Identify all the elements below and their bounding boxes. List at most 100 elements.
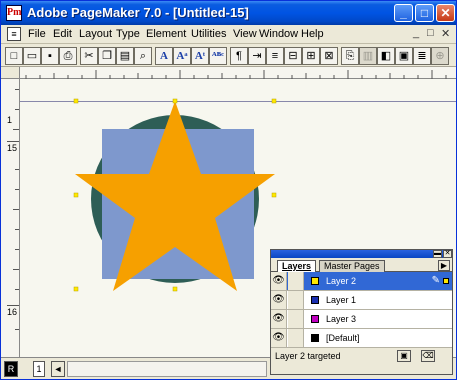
- app-window: Pm Adobe PageMaker 7.0 - [Untitled-15] _…: [0, 0, 457, 380]
- menu-type[interactable]: Type: [116, 28, 140, 40]
- link-icon[interactable]: ⎘: [341, 47, 359, 65]
- ruler-origin[interactable]: [1, 67, 20, 79]
- text-wrap-icon[interactable]: ⊟: [284, 47, 302, 65]
- ruler-tick: [15, 109, 19, 110]
- paste-icon[interactable]: ▤: [116, 47, 134, 65]
- ruler-tick: [15, 249, 19, 250]
- doc-minimize-button[interactable]: _: [413, 27, 419, 39]
- layers-palette: ▬ ✕ Layers Master Pages ▶ 👁 Layer 2 ✎ 👁 …: [270, 249, 453, 375]
- master-page-icon[interactable]: R: [4, 361, 18, 377]
- colors-icon[interactable]: ▥: [359, 47, 377, 65]
- align-icon[interactable]: ≡: [266, 47, 284, 65]
- menu-utilities[interactable]: Utilities: [191, 28, 226, 40]
- palette-titlebar[interactable]: ▬ ✕: [271, 250, 452, 258]
- ruler-label-16: 16: [7, 307, 18, 317]
- layer-color-swatch: [311, 315, 319, 323]
- new-icon[interactable]: □: [5, 47, 23, 65]
- menu-element[interactable]: Element: [146, 28, 186, 40]
- ruler-tick: [15, 169, 19, 170]
- layer-row[interactable]: 👁 Layer 3: [271, 310, 452, 329]
- eye-icon[interactable]: 👁: [271, 329, 287, 347]
- menu-layout[interactable]: Layout: [79, 28, 112, 40]
- lock-toggle[interactable]: [288, 272, 304, 290]
- ruler-tick: [13, 209, 19, 210]
- open-icon[interactable]: ▭: [23, 47, 41, 65]
- ruler-tick: [15, 289, 19, 290]
- selection-indicator-icon: [443, 278, 449, 284]
- zoom-icon[interactable]: ⊕: [431, 47, 449, 65]
- new-layer-icon[interactable]: ▣: [397, 350, 411, 362]
- paragraph-icon[interactable]: ¶: [230, 47, 248, 65]
- doc-close-button[interactable]: ✕: [441, 27, 450, 40]
- vertical-ruler[interactable]: 1 15 16: [1, 79, 20, 357]
- scroll-left-arrow[interactable]: ◄: [51, 361, 65, 377]
- layer-name: Layer 1: [326, 295, 357, 305]
- horizontal-ruler-ticks: [25, 70, 447, 79]
- print-icon[interactable]: ⎙: [59, 47, 77, 65]
- layer-name: Layer 3: [326, 314, 357, 324]
- frame-icon[interactable]: ⊞: [302, 47, 320, 65]
- menu-help[interactable]: Help: [301, 28, 324, 40]
- layer-color-swatch: [311, 277, 319, 285]
- document-menu-icon[interactable]: ≡: [7, 27, 21, 41]
- save-icon[interactable]: ▪: [41, 47, 59, 65]
- pagemaker-logo-icon[interactable]: Pm: [6, 5, 22, 21]
- find-icon[interactable]: ⌕: [134, 47, 152, 65]
- ruler-tick: [15, 229, 19, 230]
- window-title: Adobe PageMaker 7.0 - [Untitled-15]: [27, 5, 249, 20]
- menu-edit[interactable]: Edit: [53, 28, 72, 40]
- character-icon[interactable]: Aᵃ: [173, 47, 191, 65]
- layer-row[interactable]: 👁 Layer 1: [271, 291, 452, 310]
- indents-icon[interactable]: ⇥: [248, 47, 266, 65]
- doc-restore-button[interactable]: □: [427, 27, 434, 39]
- ruler-tick: [7, 305, 19, 306]
- export-pdf-icon[interactable]: ◧: [377, 47, 395, 65]
- eye-icon[interactable]: 👁: [271, 310, 287, 328]
- ruler-label-15: 15: [7, 143, 18, 153]
- menu-view[interactable]: View: [233, 28, 257, 40]
- eye-icon[interactable]: 👁: [271, 272, 287, 290]
- cut-icon[interactable]: ✂: [80, 47, 98, 65]
- horizontal-scrollbar[interactable]: [67, 361, 267, 377]
- text-tool-icon[interactable]: A: [155, 47, 173, 65]
- palette-close-button[interactable]: ✕: [443, 250, 452, 258]
- menu-file[interactable]: File: [28, 28, 46, 40]
- lock-toggle[interactable]: [288, 291, 304, 309]
- layer-color-swatch: [311, 334, 319, 342]
- palette-menu-arrow-icon[interactable]: ▶: [438, 260, 450, 271]
- layer-name: Layer 2: [326, 276, 357, 286]
- menu-window[interactable]: Window: [259, 28, 298, 40]
- palette-tabs: Layers Master Pages ▶: [271, 258, 452, 274]
- lock-toggle[interactable]: [288, 329, 304, 347]
- copy-icon[interactable]: ❐: [98, 47, 116, 65]
- ruler-label-1: 1: [7, 115, 13, 125]
- palette-minimize-button[interactable]: ▬: [433, 250, 442, 258]
- close-button[interactable]: ✕: [436, 4, 455, 22]
- title-bar[interactable]: Pm Adobe PageMaker 7.0 - [Untitled-15] _…: [1, 1, 456, 25]
- eye-icon[interactable]: 👁: [271, 291, 287, 309]
- page-1-icon[interactable]: 1: [33, 361, 45, 377]
- ruler-tick: [15, 89, 19, 90]
- menu-bar: ≡ File Edit Layout Type Element Utilitie…: [1, 25, 456, 44]
- layer-row[interactable]: 👁 [Default]: [271, 329, 452, 348]
- palette-status: Layer 2 targeted ▣ ⌫: [271, 348, 452, 366]
- layer-status-text: Layer 2 targeted: [275, 351, 341, 361]
- layer-color-swatch: [311, 296, 319, 304]
- styles-icon[interactable]: ≣: [413, 47, 431, 65]
- pen-icon: ✎: [431, 275, 440, 286]
- maximize-button[interactable]: □: [415, 4, 434, 22]
- layer-row[interactable]: 👁 Layer 2 ✎: [271, 272, 452, 291]
- ruler-tick: [15, 189, 19, 190]
- place-icon[interactable]: ⊠: [320, 47, 338, 65]
- toolbar: □ ▭ ▪ ⎙ ✂ ❐ ▤ ⌕ A Aᵃ Aᵗ ᴬᴮᶜ ¶ ⇥ ≡ ⊟ ⊞ ⊠ …: [1, 45, 456, 67]
- horizontal-ruler[interactable]: [20, 67, 456, 79]
- lock-toggle[interactable]: [288, 310, 304, 328]
- ruler-tick: [13, 129, 19, 130]
- ruler-tick: [15, 329, 19, 330]
- minimize-button[interactable]: _: [394, 4, 413, 22]
- delete-layer-icon[interactable]: ⌫: [421, 350, 435, 362]
- paragraph-style-icon[interactable]: Aᵗ: [191, 47, 209, 65]
- layer-name: [Default]: [326, 333, 360, 343]
- book-icon[interactable]: ▣: [395, 47, 413, 65]
- spelling-icon[interactable]: ᴬᴮᶜ: [209, 47, 227, 65]
